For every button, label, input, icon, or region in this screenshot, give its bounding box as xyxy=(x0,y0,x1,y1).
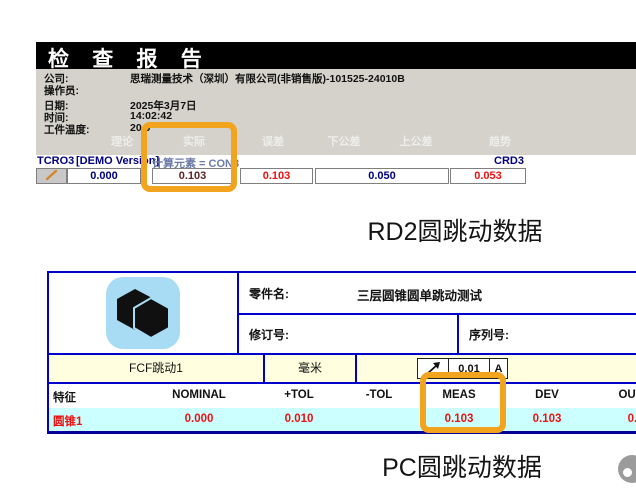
cell-plus-tol: 0.010 xyxy=(285,413,314,425)
table-header-row: 零件名: 三层圆锥圆单跳动测试 修订号: 序列号: xyxy=(49,273,636,353)
fcf-name-cell: FCF跳动1 xyxy=(49,355,265,382)
data-row-cone1: 圆锥1 0.000 0.010 0.103 0.103 0.093 xyxy=(49,408,636,431)
info-label: 操作员: xyxy=(44,83,79,98)
revision-label: 修订号: xyxy=(249,326,289,343)
info-row-time: 时间: 14:02:42 xyxy=(36,110,636,122)
info-row-company: 公司: 思瑞测量技术（深圳）有限公司(非销售版)-101525-24010B xyxy=(36,71,636,83)
header-dev: DEV xyxy=(535,389,559,401)
info-row-date: 日期: 2025年3月7日 xyxy=(36,98,636,110)
value-nominal: 0.000 xyxy=(67,168,141,184)
column-header-trend: 趋势 xyxy=(489,133,511,149)
feature-id-left: TCRO3 xyxy=(37,155,74,167)
header-nominal: NOMINAL xyxy=(172,389,226,401)
units-cell: 毫米 xyxy=(265,355,357,382)
header-feature: 特征 xyxy=(53,389,76,405)
column-header-band: 理论 实际 误差 下公差 上公差 趋势 xyxy=(36,133,636,149)
edit-cell[interactable] xyxy=(36,168,67,184)
column-header-theory: 理论 xyxy=(111,133,133,149)
info-value: 14:02:42 xyxy=(130,110,172,122)
column-header-upper-tol: 上公差 xyxy=(400,133,433,149)
serial-cell: 序列号: xyxy=(459,315,636,353)
value-lower-tol: 0.050 xyxy=(315,168,449,184)
header-outtol: OUTTOL xyxy=(618,389,636,401)
revision-cell: 修订号: xyxy=(239,315,459,353)
column-header-lower-tol: 下公差 xyxy=(328,133,361,149)
part-name-row: 零件名: 三层圆锥圆单跳动测试 xyxy=(239,273,636,315)
value-error: 0.103 xyxy=(240,168,313,184)
cell-feature: 圆锥1 xyxy=(53,413,82,429)
column-header-error: 误差 xyxy=(262,133,284,149)
caption-rd2: RD2圆跳动数据 xyxy=(367,212,542,248)
report-info-panel: 公司: 思瑞测量技术（深圳）有限公司(非销售版)-101525-24010B 操… xyxy=(36,69,636,155)
watermark-dot xyxy=(618,455,636,483)
pencil-icon xyxy=(38,169,65,181)
header-plus-tol: +TOL xyxy=(284,389,314,401)
logo-cell xyxy=(49,273,239,353)
fcf-row: FCF跳动1 毫米 0.01 A xyxy=(49,353,636,384)
pc-report-table: 零件名: 三层圆锥圆单跳动测试 修订号: 序列号: FCF跳动1 毫米 xyxy=(47,271,636,434)
part-name-value: 三层圆锥圆单跳动测试 xyxy=(357,285,482,304)
header-minus-tol: -TOL xyxy=(366,389,393,401)
comparison-page: 检 查 报 告 公司: 思瑞测量技术（深圳）有限公司(非销售版)-101525-… xyxy=(0,0,636,498)
feature-id-right: CRD3 xyxy=(494,155,524,167)
cell-outtol: 0.093 xyxy=(628,413,636,425)
highlight-box-meas xyxy=(420,372,506,433)
highlight-box-actual xyxy=(141,122,237,192)
serial-label: 序列号: xyxy=(469,326,509,343)
data-header-row: 特征 NOMINAL +TOL -TOL MEAS DEV OUTTOL xyxy=(49,384,636,408)
info-row-operator: 操作员: xyxy=(36,83,636,95)
pcdmis-logo-icon xyxy=(105,277,181,349)
feature-line: TCRO3 [DEMO Version] 计算元素 = CON3 CRD3 xyxy=(0,155,636,168)
cell-dev: 0.103 xyxy=(533,413,562,425)
value-trend: 0.053 xyxy=(450,168,526,184)
report-title-bar: 检 查 报 告 xyxy=(36,42,636,69)
part-name-label: 零件名: xyxy=(249,285,289,302)
cell-nominal: 0.000 xyxy=(185,413,214,425)
caption-pc: PC圆跳动数据 xyxy=(382,448,542,484)
